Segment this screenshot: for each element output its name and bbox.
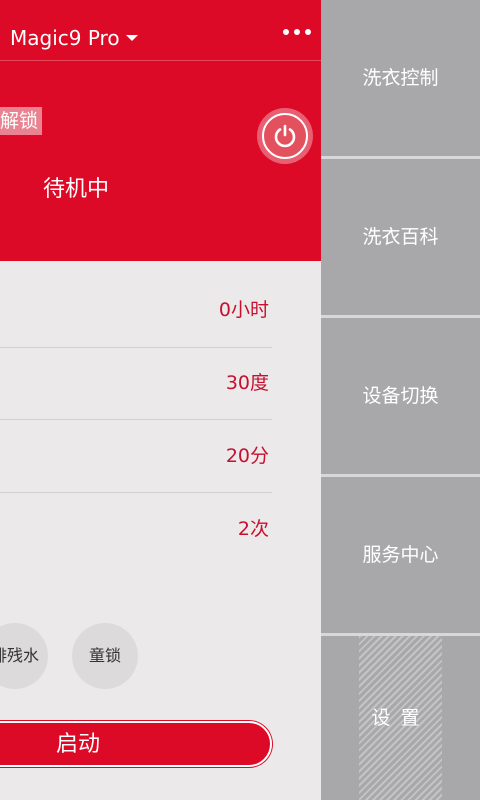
start-button[interactable]: 启动	[0, 721, 272, 767]
power-button[interactable]	[257, 108, 313, 164]
machine-state: 待机中	[43, 177, 110, 202]
param-row-rinse-count[interactable]: 2次	[0, 493, 272, 565]
param-value: 2次	[237, 518, 269, 540]
menu-item-settings[interactable]: 设置	[321, 636, 480, 800]
unlock-label[interactable]: 解锁	[0, 107, 43, 135]
device-selector[interactable]: Magic9 Pro	[10, 25, 138, 51]
menu-item-device-switch[interactable]: 设备切换	[321, 318, 480, 474]
device-name: Magic9 Pro	[10, 26, 120, 50]
caret-down-icon	[125, 34, 138, 41]
menu-item-label: 洗衣百科	[362, 226, 439, 248]
side-menu: 洗衣控制 洗衣百科 设备切换 服务中心 设置	[321, 0, 480, 800]
menu-item-label: 服务中心	[362, 544, 439, 566]
main-panel: Magic9 Pro 解锁 待机中 0小时 30度 20分 2次 排残水	[0, 0, 321, 800]
param-row-temperature[interactable]: 30度	[0, 347, 272, 420]
status-header-area: Magic9 Pro 解锁 待机中	[0, 0, 321, 261]
param-value: 20分	[225, 445, 269, 467]
drain-residual-label: 排残水	[0, 646, 39, 665]
power-icon	[262, 113, 308, 159]
menu-item-label: 设置	[359, 636, 442, 800]
menu-item-label: 洗衣控制	[362, 67, 439, 89]
menu-item-laundry-encyclopedia[interactable]: 洗衣百科	[321, 159, 480, 315]
menu-item-label: 设备切换	[362, 385, 439, 407]
top-bar: Magic9 Pro	[0, 0, 321, 61]
more-dots-icon[interactable]	[280, 27, 314, 37]
param-value: 0小时	[218, 299, 269, 321]
param-row-time[interactable]: 0小时	[0, 275, 272, 348]
param-row-duration[interactable]: 20分	[0, 420, 272, 493]
child-lock-label: 童锁	[88, 646, 121, 665]
menu-item-service-center[interactable]: 服务中心	[321, 477, 480, 633]
drain-residual-button[interactable]: 排残水	[0, 623, 48, 689]
start-label: 启动	[56, 732, 101, 757]
child-lock-button[interactable]: 童锁	[72, 623, 138, 689]
menu-item-wash-control[interactable]: 洗衣控制	[321, 0, 480, 156]
param-value: 30度	[225, 372, 269, 394]
